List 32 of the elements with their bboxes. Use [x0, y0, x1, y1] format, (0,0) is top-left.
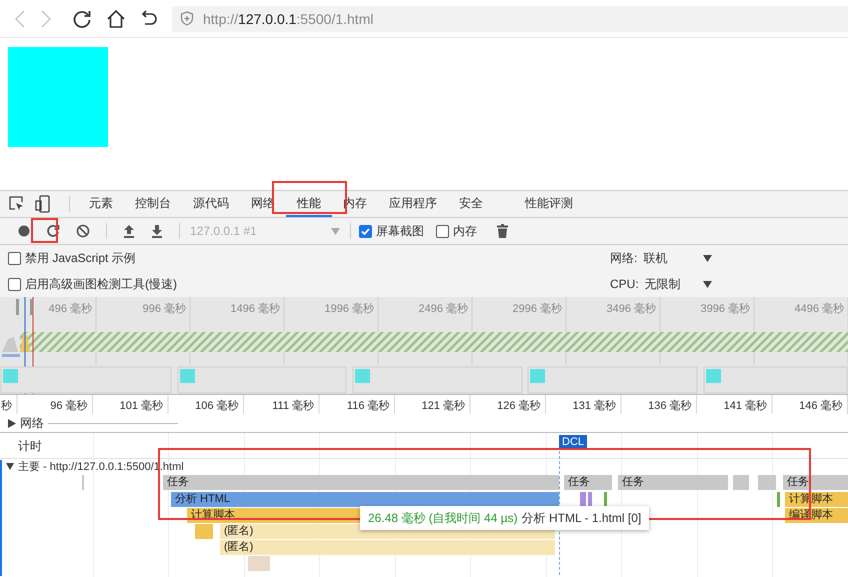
checkbox-label: 启用高级画图检测工具(慢速) — [25, 276, 177, 292]
checkbox-label: 内存 — [453, 222, 477, 240]
tick-label: 121 毫秒 — [422, 400, 465, 412]
tick-label: 996 毫秒 — [142, 303, 186, 315]
tick-label: 3996 毫秒 — [700, 303, 750, 315]
tooltip: 26.48 毫秒 (自我时间 44 µs) 分析 HTML - 1.html [0] — [360, 506, 650, 530]
tick-label: 146 毫秒 — [799, 400, 842, 412]
track-label: 计时 — [18, 438, 42, 455]
tick-label: 3496 毫秒 — [606, 303, 656, 315]
tick-label: 111 毫秒 — [272, 400, 314, 412]
tick-label: 1496 毫秒 — [230, 303, 280, 315]
tick-label: 106 毫秒 — [195, 400, 238, 412]
checkbox-label: 屏幕截图 — [376, 222, 424, 240]
tick-label: 2496 毫秒 — [418, 303, 468, 315]
select-label: CPU: — [610, 277, 639, 291]
tick-label: 496 毫秒 — [48, 303, 92, 315]
tick-label: 126 毫秒 — [497, 400, 540, 412]
tick-label: 96 毫秒 — [50, 400, 88, 412]
track-label: 网络 — [20, 414, 44, 432]
tick-label: 141 毫秒 — [724, 400, 767, 412]
tick-label: 秒 — [1, 400, 12, 412]
tick-label: 4496 毫秒 — [794, 303, 844, 315]
tick-label: 136 毫秒 — [648, 400, 692, 412]
checkbox-label: 禁用 JavaScript 示例 — [25, 250, 136, 266]
tick-label: 131 毫秒 — [572, 400, 616, 412]
url-text: http://127.0.0.1:5500/1.html — [203, 10, 374, 26]
tick-label: 1996 毫秒 — [324, 303, 374, 315]
tick-label: 116 毫秒 — [346, 400, 390, 412]
dcl-marker: DCL — [559, 435, 588, 449]
tick-label: 2996 毫秒 — [512, 303, 562, 315]
tick-label: 101 毫秒 — [120, 400, 163, 412]
select-label: 网络: — [610, 250, 638, 266]
